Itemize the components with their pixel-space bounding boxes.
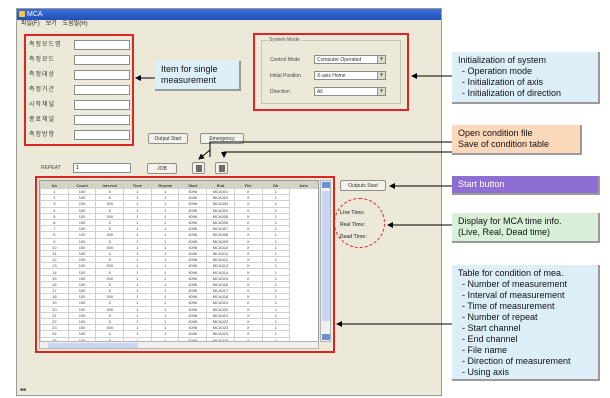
leader-arrows bbox=[135, 73, 452, 327]
arrow-condition-line bbox=[209, 141, 452, 157]
arrow-save bbox=[221, 151, 452, 158]
arrow-open bbox=[198, 149, 211, 160]
figure: MCA 파일(F) 보기 도움말(H) ■■ 측정모드명 측정모드 측정대상 측… bbox=[0, 0, 610, 398]
